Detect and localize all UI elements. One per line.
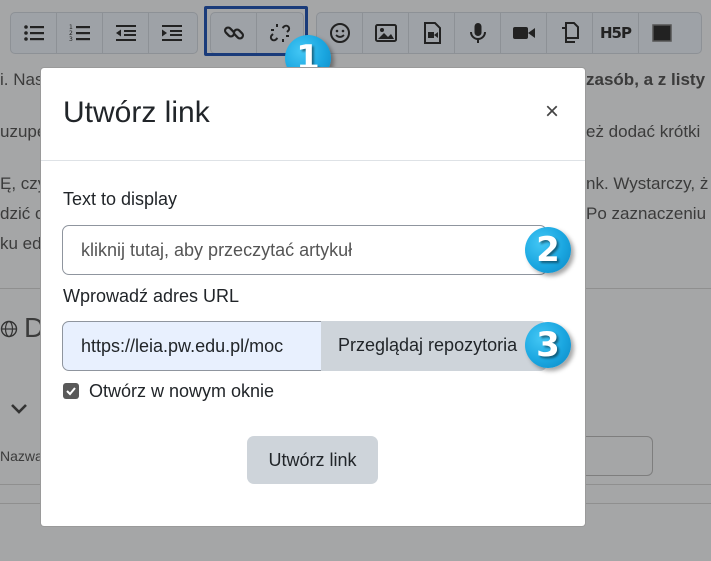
image-button[interactable] bbox=[363, 13, 409, 53]
record-video-button[interactable] bbox=[501, 13, 547, 53]
ordered-list-button[interactable]: 123 bbox=[57, 13, 103, 53]
bg-text-line-1-right: zasób, a z listy bbox=[586, 70, 706, 89]
microphone-icon bbox=[469, 23, 486, 43]
ordered-list-icon: 123 bbox=[69, 24, 90, 43]
record-audio-button[interactable] bbox=[455, 13, 501, 53]
text-to-display-input[interactable]: kliknij tutaj, aby przeczytać artykuł bbox=[62, 225, 547, 275]
bg-text-line-2-left: uzupe bbox=[0, 122, 47, 141]
toolbar-list-group: 123 bbox=[10, 12, 198, 54]
url-label: Wprowadź adres URL bbox=[63, 286, 240, 306]
h5p-icon: H5P bbox=[600, 24, 632, 42]
browse-repositories-button[interactable]: Przeglądaj repozytoria bbox=[321, 321, 547, 371]
indent-button[interactable] bbox=[149, 13, 195, 53]
black-square-icon bbox=[652, 24, 672, 42]
bg-name-label: Nazwa bbox=[0, 448, 43, 464]
step-badge-3: 3 bbox=[525, 322, 571, 368]
new-window-checkbox[interactable] bbox=[63, 383, 79, 399]
unordered-list-icon bbox=[23, 25, 44, 41]
svg-text:3: 3 bbox=[69, 36, 73, 43]
text-to-display-label: Text to display bbox=[63, 189, 178, 209]
create-link-button[interactable]: Utwórz link bbox=[247, 436, 378, 484]
step-badge-2: 2 bbox=[525, 227, 571, 273]
dialog-header-divider bbox=[41, 160, 585, 161]
emoji-icon bbox=[329, 23, 350, 43]
url-input[interactable]: https://leia.pw.edu.pl/moc bbox=[62, 321, 322, 371]
bg-text-line-4-right: Po zaznaczeniu bbox=[586, 204, 707, 223]
dialog-title: Utwórz link bbox=[63, 96, 210, 129]
create-link-dialog: Utwórz link × Text to display kliknij tu… bbox=[41, 68, 585, 526]
new-window-label[interactable]: Otwórz w nowym oknie bbox=[89, 381, 274, 402]
url-value: https://leia.pw.edu.pl/moc bbox=[81, 336, 284, 356]
manage-files-icon bbox=[561, 22, 579, 43]
bg-text-line-3-left: Ę, czy bbox=[0, 174, 47, 193]
image-icon bbox=[374, 24, 397, 42]
outdent-button[interactable] bbox=[103, 13, 149, 53]
toolbar-media-group: H5P bbox=[316, 12, 702, 54]
bg-text-line-1-left: i. Nas bbox=[0, 70, 44, 89]
checkmark-icon bbox=[66, 387, 76, 396]
close-button[interactable]: × bbox=[545, 100, 559, 124]
manage-files-button[interactable] bbox=[547, 13, 593, 53]
h5p-button[interactable]: H5P bbox=[593, 13, 639, 53]
bg-text-line-3-right: nk. Wystarczy, ż bbox=[586, 174, 709, 193]
media-button[interactable] bbox=[409, 13, 455, 53]
outdent-icon bbox=[115, 25, 136, 41]
bg-name-input[interactable] bbox=[585, 436, 653, 476]
unordered-list-button[interactable] bbox=[11, 13, 57, 53]
indent-icon bbox=[162, 25, 182, 41]
chevron-down-icon[interactable] bbox=[10, 402, 28, 414]
bg-text-line-4-left: dzić c bbox=[0, 204, 44, 223]
fullscreen-button[interactable] bbox=[639, 13, 685, 53]
globe-icon bbox=[0, 320, 18, 338]
text-to-display-value: kliknij tutaj, aby przeczytać artykuł bbox=[81, 240, 353, 260]
bg-text-line-2-right: eż dodać krótki bbox=[586, 122, 701, 141]
media-icon bbox=[423, 22, 441, 44]
video-icon bbox=[512, 27, 535, 39]
